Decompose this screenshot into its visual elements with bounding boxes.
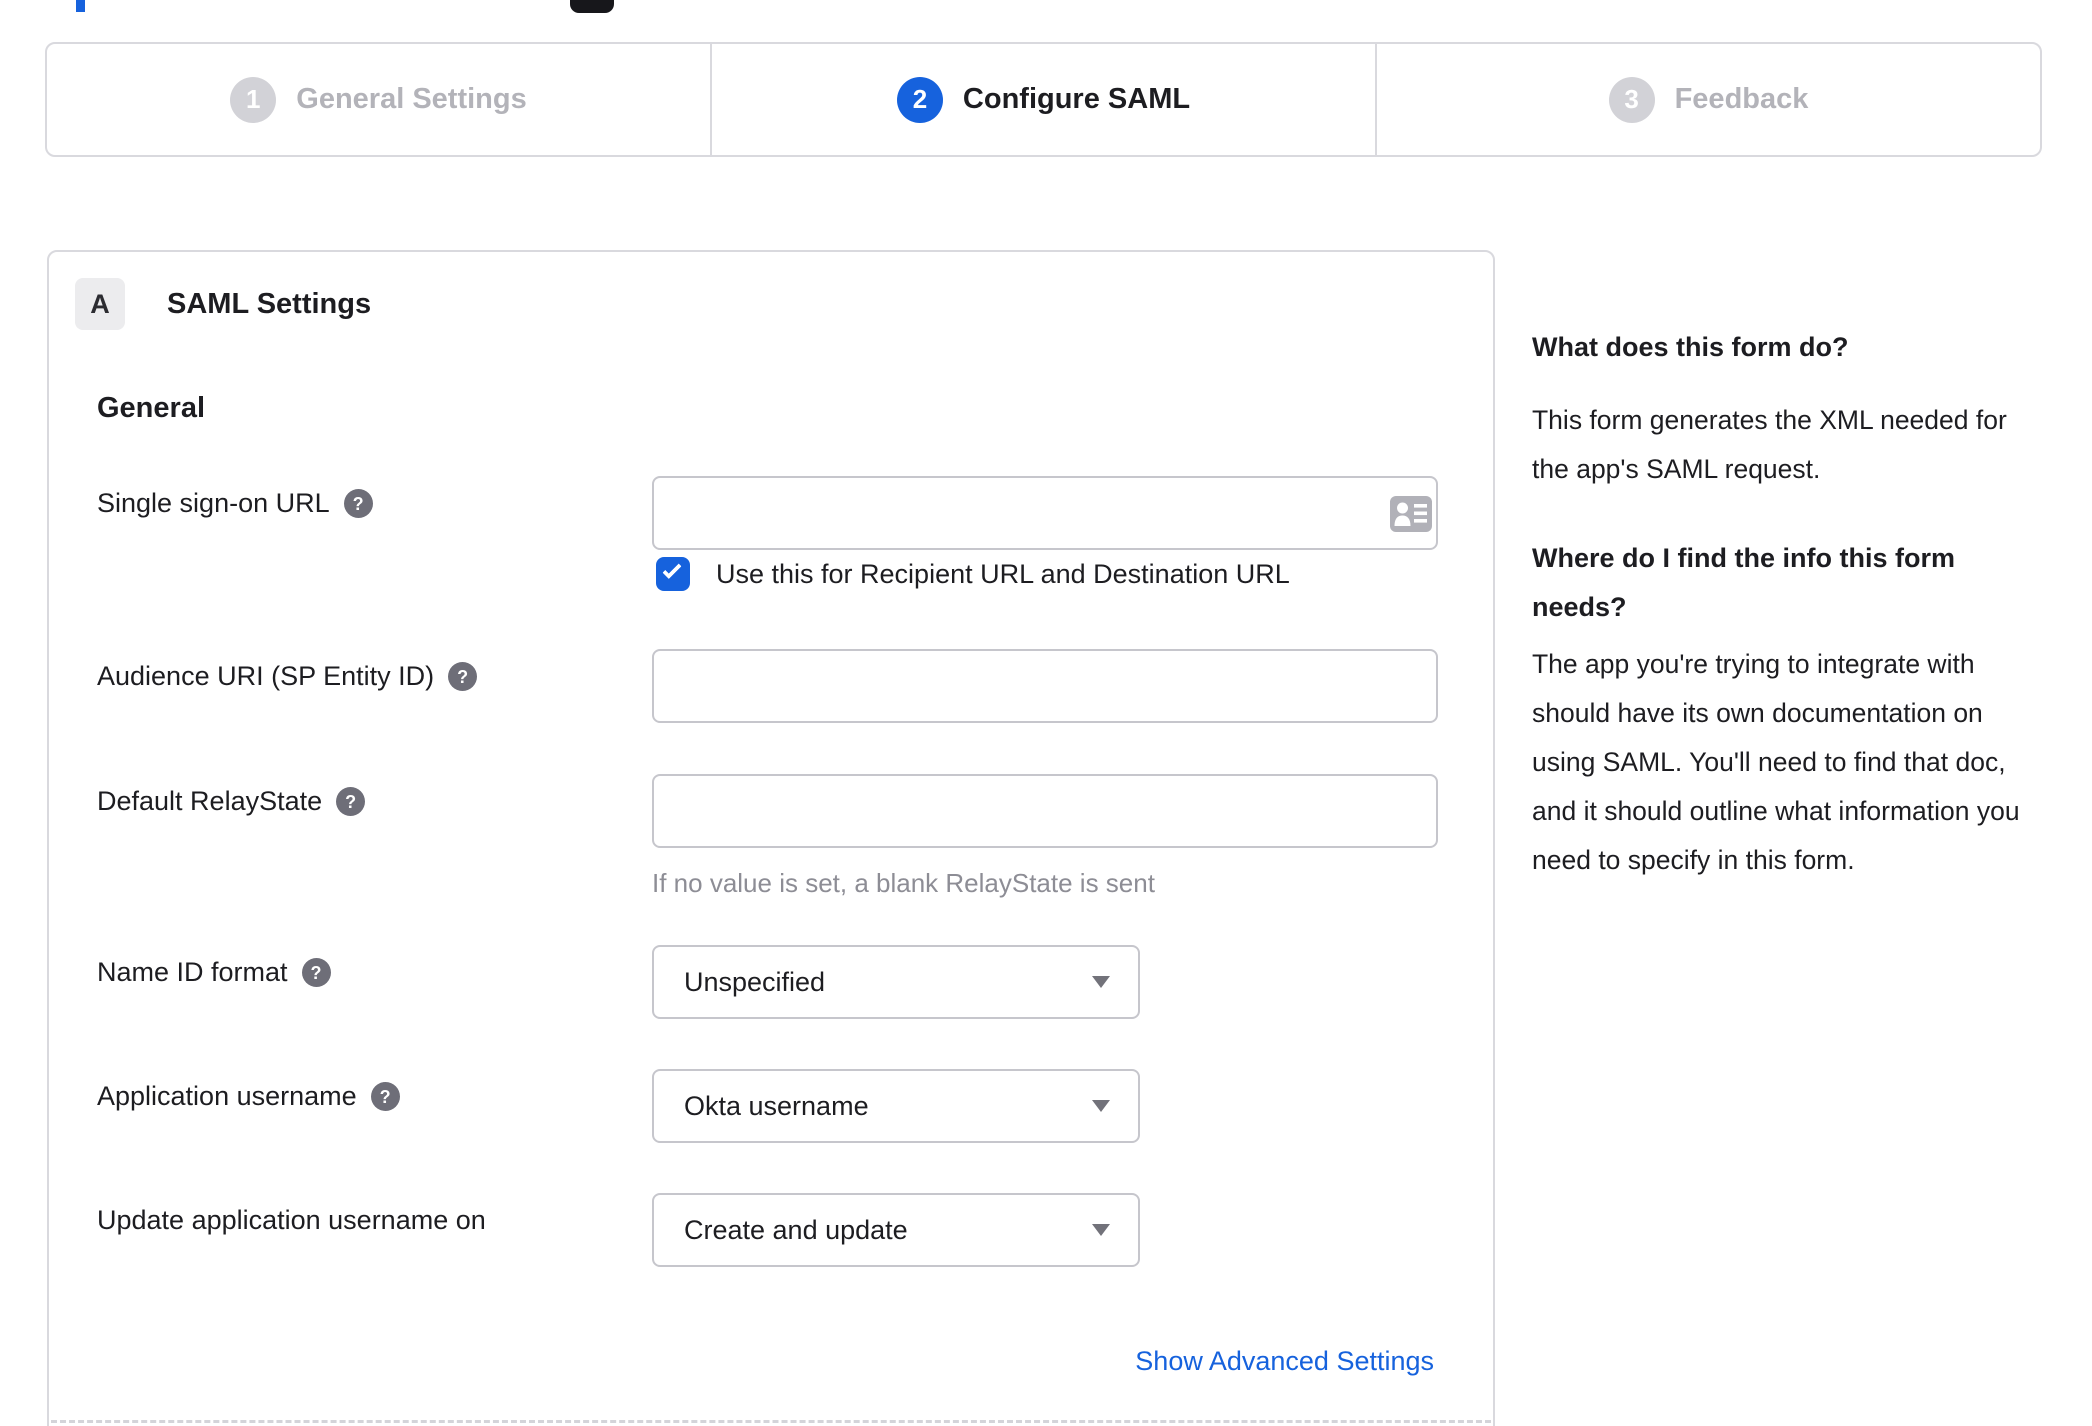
step-configure-saml[interactable]: 2 Configure SAML bbox=[710, 44, 1375, 155]
step-2-label: Configure SAML bbox=[962, 83, 1191, 115]
help-sidebar: What does this form do? This form genera… bbox=[1532, 326, 2048, 885]
help-icon[interactable] bbox=[370, 1082, 400, 1111]
wizard-stepper: 1 General Settings 2 Configure SAML 3 Fe… bbox=[45, 42, 2042, 157]
default-relaystate-input[interactable] bbox=[652, 774, 1438, 848]
name-id-format-label-row: Name ID format bbox=[97, 957, 331, 988]
step-feedback[interactable]: 3 Feedback bbox=[1375, 44, 2040, 155]
step-2-number-badge: 2 bbox=[896, 76, 943, 123]
sso-url-label: Single sign-on URL bbox=[97, 488, 330, 518]
sso-url-input[interactable] bbox=[652, 476, 1438, 550]
help-icon[interactable] bbox=[343, 489, 373, 518]
cropped-header-artifact-blue bbox=[76, 0, 85, 12]
help-question-2-body: The app you're trying to integrate with … bbox=[1532, 649, 2020, 875]
section-a-badge: A bbox=[75, 278, 125, 330]
sso-url-label-row: Single sign-on URL bbox=[97, 488, 373, 519]
recipient-url-checkbox[interactable] bbox=[656, 557, 690, 591]
update-username-on-label: Update application username on bbox=[97, 1205, 486, 1235]
audience-uri-label: Audience URI (SP Entity ID) bbox=[97, 661, 435, 691]
recipient-url-checkbox-label: Use this for Recipient URL and Destinati… bbox=[716, 558, 1290, 589]
update-username-on-label-row: Update application username on bbox=[97, 1205, 486, 1236]
general-group-title: General bbox=[97, 392, 205, 424]
help-question-1-title: What does this form do? bbox=[1532, 332, 1849, 362]
step-1-label: General Settings bbox=[296, 83, 527, 115]
checkmark-icon bbox=[662, 559, 682, 580]
application-username-label-row: Application username bbox=[97, 1081, 400, 1112]
saml-settings-panel: A SAML Settings General Single sign-on U… bbox=[47, 250, 1495, 1426]
chevron-down-icon bbox=[1092, 976, 1110, 988]
application-username-label: Application username bbox=[97, 1081, 357, 1111]
chevron-down-icon bbox=[1092, 1100, 1110, 1112]
contact-card-icon bbox=[1390, 496, 1432, 532]
page: 1 General Settings 2 Configure SAML 3 Fe… bbox=[0, 0, 2092, 1426]
show-advanced-settings-link[interactable]: Show Advanced Settings bbox=[1135, 1346, 1434, 1377]
application-username-select[interactable]: Okta username bbox=[652, 1069, 1140, 1143]
section-title: SAML Settings bbox=[167, 288, 372, 320]
section-dashed-divider bbox=[51, 1420, 1491, 1423]
default-relaystate-label-row: Default RelayState bbox=[97, 786, 366, 817]
help-icon[interactable] bbox=[448, 662, 478, 691]
application-username-value: Okta username bbox=[684, 1090, 869, 1121]
name-id-format-value: Unspecified bbox=[684, 966, 826, 997]
help-question-2-title: Where do I find the info this form needs… bbox=[1532, 543, 1955, 622]
default-relaystate-label: Default RelayState bbox=[97, 786, 323, 816]
chevron-down-icon bbox=[1092, 1224, 1110, 1236]
update-username-on-value: Create and update bbox=[684, 1214, 908, 1245]
help-icon[interactable] bbox=[301, 958, 331, 987]
help-question-1-body: This form generates the XML needed for t… bbox=[1532, 405, 2007, 484]
step-3-label: Feedback bbox=[1674, 83, 1809, 115]
help-icon[interactable] bbox=[336, 787, 366, 816]
step-1-number-badge: 1 bbox=[230, 76, 277, 123]
name-id-format-label: Name ID format bbox=[97, 957, 288, 987]
audience-uri-label-row: Audience URI (SP Entity ID) bbox=[97, 661, 478, 692]
cropped-header-artifact-logo bbox=[570, 0, 614, 13]
relaystate-hint: If no value is set, a blank RelayState i… bbox=[652, 868, 1155, 898]
name-id-format-select[interactable]: Unspecified bbox=[652, 945, 1140, 1019]
update-username-on-select[interactable]: Create and update bbox=[652, 1193, 1140, 1267]
recipient-url-checkbox-row: Use this for Recipient URL and Destinati… bbox=[656, 557, 1290, 591]
step-3-number-badge: 3 bbox=[1608, 76, 1655, 123]
audience-uri-input[interactable] bbox=[652, 649, 1438, 723]
step-general-settings[interactable]: 1 General Settings bbox=[47, 44, 710, 155]
